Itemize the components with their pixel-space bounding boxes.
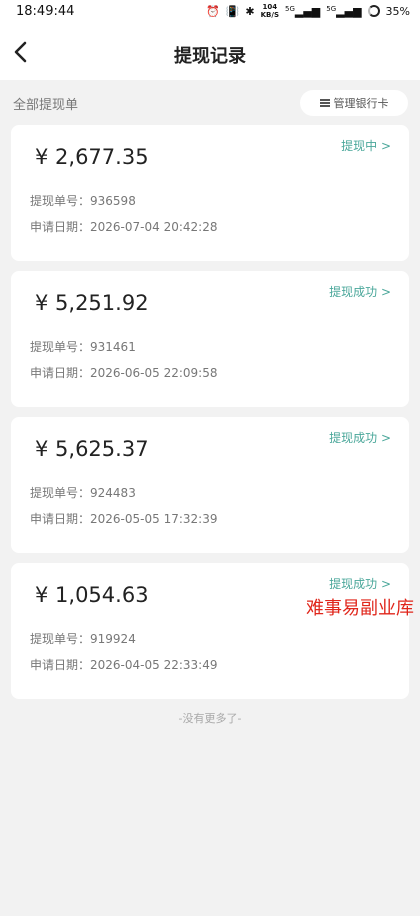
- watermark-text: 难事易副业库: [306, 598, 414, 619]
- record-status-link[interactable]: 提现成功 >: [329, 283, 391, 300]
- record-date-value: 2026-05-05 17:32:39: [90, 512, 218, 526]
- battery-level: 35%: [385, 4, 410, 18]
- alarm-icon: ⏰: [206, 4, 220, 18]
- status-bar: 18:49:44 ⏰ 📳 ✱ 104 KB/S 5G▂▄▆ 5G▂▄▆ 35%: [0, 0, 420, 24]
- record-id-row: 提现单号：919924: [30, 630, 136, 647]
- record-id-value: 924483: [90, 486, 136, 500]
- page-title: 提现记录: [174, 46, 246, 67]
- record-date-value: 2026-04-05 22:33:49: [90, 658, 218, 672]
- record-id-label: 提现单号：: [30, 632, 91, 646]
- record-date-value: 2026-06-05 22:09:58: [90, 366, 218, 380]
- record-amount: ¥ 2,677.35: [35, 145, 149, 169]
- manage-bank-card-button[interactable]: 管理银行卡: [300, 90, 408, 116]
- record-date-label: 申请日期：: [30, 658, 91, 672]
- record-id-value: 931461: [90, 340, 136, 354]
- nav-bar: 提现记录: [0, 24, 420, 80]
- record-status-link[interactable]: 提现成功 >: [329, 429, 391, 446]
- record-amount: ¥ 1,054.63: [35, 583, 149, 607]
- net-speed-indicator: 104 KB/S: [260, 3, 279, 19]
- record-id-value: 936598: [90, 194, 136, 208]
- record-amount: ¥ 5,625.37: [35, 437, 149, 461]
- bluetooth-icon: ✱: [245, 4, 255, 18]
- record-status-link[interactable]: 提现成功 >: [329, 575, 391, 592]
- record-status-link[interactable]: 提现中 >: [341, 137, 391, 154]
- signal-icon-1: 5G▂▄▆: [284, 4, 321, 18]
- record-id-row: 提现单号：931461: [30, 338, 136, 355]
- withdrawal-record-list: ¥ 2,677.35 提现中 > 提现单号：936598 申请日期：2026-0…: [11, 125, 409, 709]
- record-date-label: 申请日期：: [30, 366, 91, 380]
- filter-label[interactable]: 全部提现单: [13, 94, 78, 113]
- record-date-value: 2026-07-04 20:42:28: [90, 220, 218, 234]
- withdrawal-record-card[interactable]: ¥ 5,625.37 提现成功 > 提现单号：924483 申请日期：2026-…: [11, 417, 409, 553]
- record-id-label: 提现单号：: [30, 340, 91, 354]
- record-amount: ¥ 5,251.92: [35, 291, 149, 315]
- record-date-label: 申请日期：: [30, 512, 91, 526]
- record-id-row: 提现单号：924483: [30, 484, 136, 501]
- vibrate-icon: 📳: [225, 4, 240, 18]
- record-date-row: 申请日期：2026-04-05 22:33:49: [30, 656, 217, 673]
- withdrawal-record-card[interactable]: ¥ 2,677.35 提现中 > 提现单号：936598 申请日期：2026-0…: [11, 125, 409, 261]
- record-date-label: 申请日期：: [30, 220, 91, 234]
- manage-bank-card-label: 管理银行卡: [333, 97, 389, 110]
- record-date-row: 申请日期：2026-05-05 17:32:39: [30, 510, 217, 527]
- status-icons: ⏰ 📳 ✱ 104 KB/S 5G▂▄▆ 5G▂▄▆ 35%: [206, 3, 410, 19]
- battery-icon: [367, 5, 380, 17]
- record-id-value: 919924: [90, 632, 136, 646]
- record-date-row: 申请日期：2026-06-05 22:09:58: [30, 364, 217, 381]
- signal-icon-2: 5G▂▄▆: [326, 4, 362, 18]
- withdrawal-record-card[interactable]: ¥ 1,054.63 提现成功 > 提现单号：919924 申请日期：2026-…: [11, 563, 409, 699]
- withdrawal-record-card[interactable]: ¥ 5,251.92 提现成功 > 提现单号：931461 申请日期：2026-…: [11, 271, 409, 407]
- list-end-text: -没有更多了-: [178, 712, 242, 725]
- menu-icon: [319, 99, 330, 107]
- record-date-row: 申请日期：2026-07-04 20:42:28: [30, 218, 217, 235]
- record-id-label: 提现单号：: [30, 486, 91, 500]
- status-time: 18:49:44: [16, 4, 75, 19]
- record-id-row: 提现单号：936598: [30, 192, 136, 209]
- record-id-label: 提现单号：: [30, 194, 91, 208]
